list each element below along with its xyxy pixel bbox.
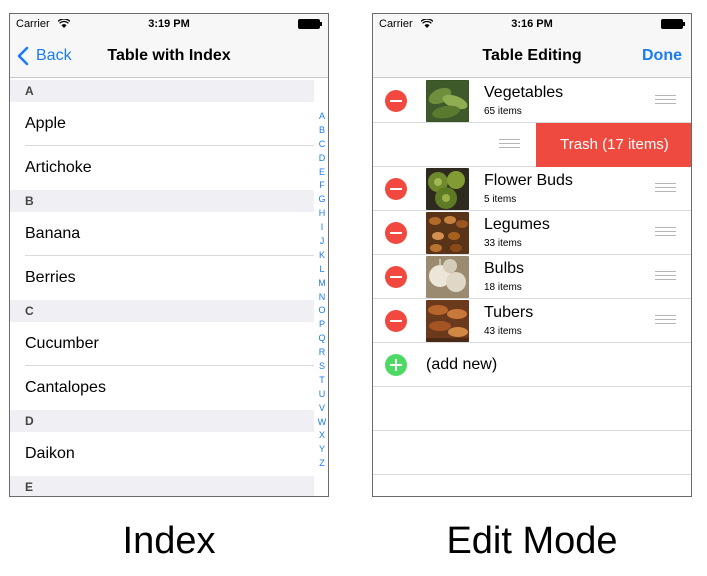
row-title: Bulbs	[484, 260, 525, 277]
index-letter[interactable]: K	[319, 249, 325, 263]
table-row[interactable]: Daikon	[10, 432, 314, 476]
reorder-icon[interactable]	[655, 95, 676, 106]
row-subtitle: 33 items	[484, 238, 522, 249]
index-screen: Carrier 3:19 PM Table with Index Back AA…	[9, 13, 329, 497]
row-subtitle: 5 items	[484, 194, 517, 205]
empty-row	[373, 431, 691, 475]
add-icon[interactable]	[385, 354, 407, 376]
section-header: B	[10, 190, 314, 212]
flower-buds-thumbnail	[426, 168, 469, 210]
delete-icon[interactable]	[385, 310, 407, 332]
back-button[interactable]: Back	[16, 34, 72, 78]
row-title: Tubers	[484, 304, 534, 321]
index-letter[interactable]: J	[320, 235, 325, 249]
index-letter[interactable]: S	[319, 360, 325, 374]
reorder-icon[interactable]	[655, 227, 676, 238]
section-header: E	[10, 476, 314, 496]
index-letter[interactable]: D	[319, 152, 326, 166]
index-letter[interactable]: B	[319, 124, 325, 138]
reorder-icon[interactable]	[655, 271, 676, 282]
index-letter[interactable]: Z	[319, 457, 325, 471]
edit-screen: Carrier 3:16 PM Table Editing Done Veget…	[372, 13, 692, 497]
legumes-thumbnail	[426, 212, 469, 254]
table-row[interactable]: Apple	[10, 102, 314, 146]
section-header: C	[10, 300, 314, 322]
delete-icon[interactable]	[385, 222, 407, 244]
swiped-row[interactable]: Trash (17 items)	[373, 123, 691, 167]
status-time: 3:16 PM	[511, 18, 553, 30]
row-subtitle: 65 items	[484, 106, 522, 117]
navigation-bar: Table Editing Done	[373, 34, 691, 78]
index-letter[interactable]: N	[319, 291, 326, 305]
vegetables-thumbnail	[426, 80, 469, 122]
index-letter[interactable]: L	[319, 263, 324, 277]
index-letter[interactable]: A	[319, 110, 325, 124]
chevron-left-icon	[17, 46, 29, 66]
status-time: 3:19 PM	[148, 18, 190, 30]
back-label: Back	[36, 47, 72, 64]
section-header: D	[10, 410, 314, 432]
delete-icon[interactable]	[385, 178, 407, 200]
index-letter[interactable]: P	[319, 318, 325, 332]
index-letter[interactable]: Y	[319, 443, 325, 457]
row-title: Flower Buds	[484, 172, 573, 189]
index-letter[interactable]: V	[319, 402, 325, 416]
reorder-icon[interactable]	[499, 139, 520, 150]
tubers-thumbnail	[426, 300, 469, 342]
table-row[interactable]: Cantalopes	[10, 366, 314, 410]
row-subtitle: 18 items	[484, 282, 522, 293]
delete-icon[interactable]	[385, 266, 407, 288]
row-title: Vegetables	[484, 84, 564, 101]
status-bar: Carrier 3:19 PM	[10, 14, 328, 34]
index-letter[interactable]: I	[321, 221, 324, 235]
trash-button[interactable]: Trash (17 items)	[536, 123, 691, 167]
table-row[interactable]: Cucumber	[10, 322, 314, 366]
index-letter[interactable]: E	[319, 166, 325, 180]
table-row[interactable]: Flower Buds 5 items	[373, 167, 691, 211]
bulbs-thumbnail	[426, 256, 469, 298]
index-letter[interactable]: W	[318, 416, 327, 430]
row-title: Legumes	[484, 216, 550, 233]
table-row[interactable]: Bulbs 18 items	[373, 255, 691, 299]
row-subtitle: 43 items	[484, 326, 522, 337]
index-letter[interactable]: X	[319, 429, 325, 443]
index-letter[interactable]: U	[319, 388, 326, 402]
caption-edit-mode: Edit Mode	[446, 520, 618, 562]
table-row[interactable]: Legumes 33 items	[373, 211, 691, 255]
battery-icon	[661, 19, 685, 29]
editable-table: Vegetables 65 items Trash (17 items) Flo…	[373, 79, 691, 475]
add-new-label[interactable]: (add new)	[426, 343, 497, 387]
index-letter[interactable]: C	[319, 138, 326, 152]
indexed-table: A Apple Artichoke B Banana Berries C Cucumber Ca…	[10, 80, 314, 496]
empty-row	[373, 387, 691, 431]
table-row[interactable]: Artichoke	[10, 146, 314, 190]
index-letter[interactable]: O	[318, 304, 325, 318]
reorder-icon[interactable]	[655, 183, 676, 194]
delete-icon[interactable]	[385, 90, 407, 112]
table-row[interactable]: Berries	[10, 256, 314, 300]
section-index-bar[interactable]: ABCDEFGHIJKLMNOPQRSTUVWXYZ	[315, 110, 328, 471]
index-letter[interactable]: G	[318, 193, 325, 207]
table-row[interactable]: Banana	[10, 212, 314, 256]
index-letter[interactable]: F	[319, 179, 325, 193]
add-new-row[interactable]: (add new)	[373, 343, 691, 387]
index-letter[interactable]: M	[318, 277, 326, 291]
caption-index: Index	[122, 520, 216, 562]
battery-icon	[298, 19, 322, 29]
navigation-bar: Table with Index Back	[10, 34, 328, 78]
index-letter[interactable]: Q	[318, 332, 325, 346]
index-letter[interactable]: R	[319, 346, 326, 360]
section-header: A	[10, 80, 314, 102]
index-letter[interactable]: T	[319, 374, 325, 388]
reorder-icon[interactable]	[655, 315, 676, 326]
done-button[interactable]: Done	[642, 34, 682, 78]
table-row[interactable]: Vegetables 65 items	[373, 79, 691, 123]
table-row[interactable]: Tubers 43 items	[373, 299, 691, 343]
status-bar: Carrier 3:16 PM	[373, 14, 691, 34]
index-letter[interactable]: H	[319, 207, 326, 221]
